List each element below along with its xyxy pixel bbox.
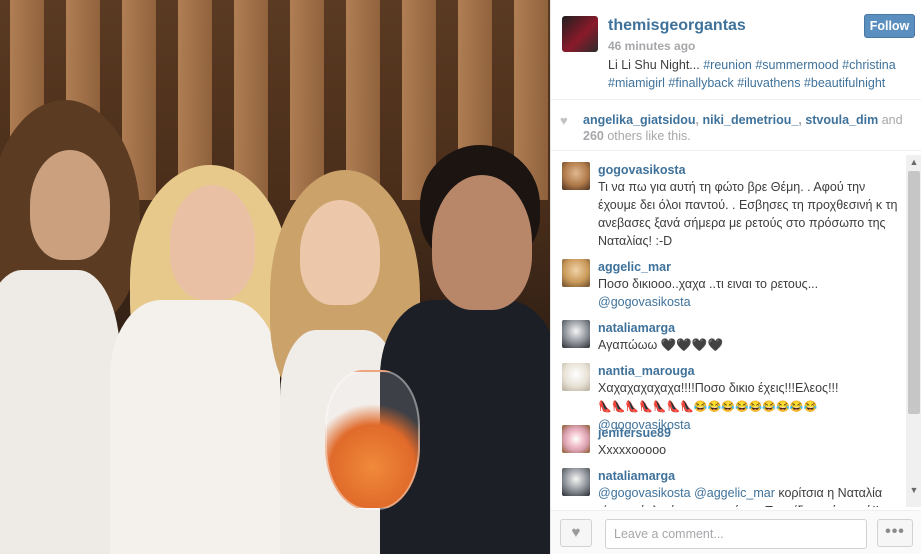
comment-username[interactable]: gogovasikosta [598,161,686,179]
comments-list: gogovasikosta Τι να πω για αυτή τη φώτο … [551,155,906,507]
comment-avatar[interactable] [562,162,590,190]
likes-text: angelika_giatsidou, niki_demetriou_, stv… [583,113,903,143]
post-username[interactable]: themisgeorgantas [608,17,746,35]
liker-link[interactable]: niki_demetriou_ [702,113,798,127]
likes-section: ♥ angelika_giatsidou, niki_demetriou_, s… [551,101,921,151]
likes-count[interactable]: 260 [583,129,604,143]
comment-mention[interactable]: @aggelic_mar [694,486,775,500]
comment-bar: ♥ ••• [551,510,921,554]
like-button[interactable]: ♥ [560,519,592,547]
scrollbar-thumb[interactable] [908,171,920,414]
comment-text: @gogovasikosta @aggelic_mar κορίτσια η Ν… [598,486,883,507]
comment-text: Xxxxxooooo [598,443,667,457]
person-2-face [170,185,255,300]
post-sidebar: themisgeorgantas 46 minutes ago Li Li Sh… [550,0,921,554]
comment-avatar[interactable] [562,363,590,391]
person-1-face [30,150,110,260]
comment-username[interactable]: aggelic_mar [598,258,671,276]
post-photo[interactable] [0,0,550,554]
ellipsis-icon: ••• [885,523,905,540]
comments-scrollbar[interactable]: ▲ ▼ [906,155,921,507]
comment-text: Αγαπώωω 🖤🖤🖤🖤 [598,338,724,352]
caption-text: Li Li Shu Night... [608,58,704,72]
person-3-face [300,200,380,305]
comment-username[interactable]: nataliamarga [598,319,675,337]
follow-button[interactable]: Follow [864,14,915,38]
comment-avatar[interactable] [562,468,590,496]
avatar[interactable] [562,16,598,52]
comment-username[interactable]: jenifersue89 [598,424,671,442]
person-2-body [110,300,280,554]
liker-link[interactable]: angelika_giatsidou [583,113,696,127]
comment-avatar[interactable] [562,259,590,287]
post-caption: Li Li Shu Night... #reunion #summermood … [608,56,908,92]
chevron-down-icon[interactable]: ▼ [906,483,921,497]
comment-text: Ποσο δικιοοο..χαχα ..τι ειναι το ρετους.… [598,277,819,309]
cocktail-glass [325,370,420,510]
comment-avatar[interactable] [562,425,590,453]
post-timestamp: 46 minutes ago [608,39,696,53]
person-4-face [432,175,532,310]
comment-mention[interactable]: @gogovasikosta [598,486,691,500]
more-options-button[interactable]: ••• [877,519,913,547]
comment-mention[interactable]: @gogovasikosta [598,295,691,309]
heart-icon: ♥ [571,524,581,541]
comment-input[interactable] [605,519,867,549]
comment-text: Τι να πω για αυτή τη φώτο βρε Θέμη. . Αφ… [598,180,898,248]
heart-icon: ♥ [560,113,568,128]
comment-avatar[interactable] [562,320,590,348]
post-header: themisgeorgantas 46 minutes ago Li Li Sh… [551,0,921,100]
liker-link[interactable]: stvoula_dim [805,113,878,127]
comment-username[interactable]: nataliamarga [598,467,675,485]
chevron-up-icon[interactable]: ▲ [906,155,921,169]
comment-username[interactable]: nantia_marouga [598,362,695,380]
person-1-body [0,270,120,554]
